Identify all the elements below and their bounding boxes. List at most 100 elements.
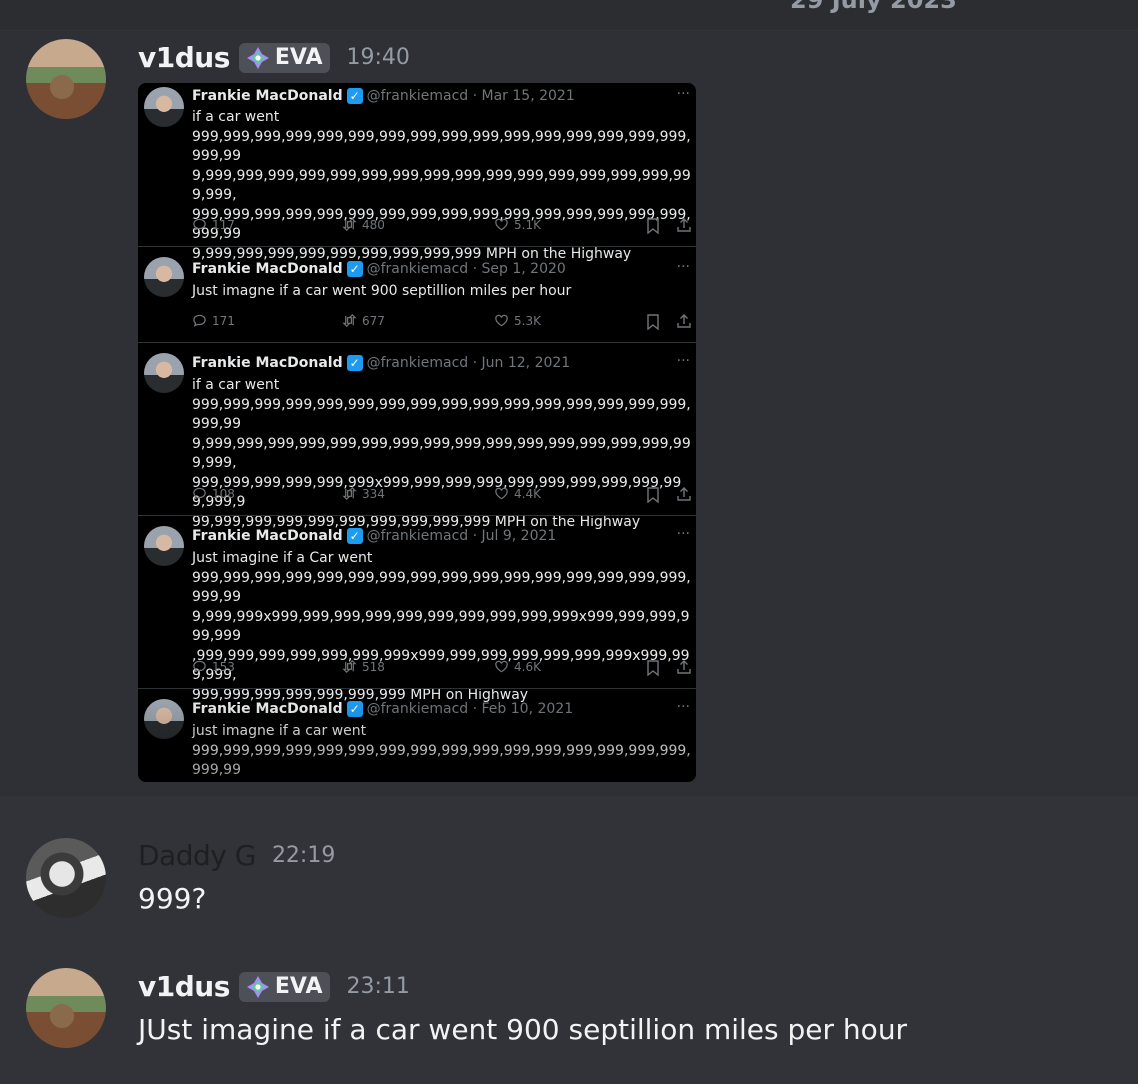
more-icon: ··· (676, 526, 690, 542)
message-text: JUst imagine if a car went 900 septillio… (138, 1013, 908, 1046)
tweet-header: Frankie MacDonald ✓ @frankiemacd · Feb 1… (192, 701, 573, 717)
reply-stat: 171 (192, 313, 235, 328)
timestamp[interactable]: 19:40 (346, 45, 409, 70)
diamond-badge-icon (246, 46, 269, 69)
like-count: 4.4K (514, 486, 541, 501)
clan-tag-label: EVA (274, 974, 323, 999)
diamond-badge-icon (246, 975, 269, 998)
tweet-author: Frankie MacDonald (192, 701, 343, 717)
reply-icon (193, 314, 206, 327)
message-header: v1dus EVA 23:11 (138, 970, 410, 1003)
timestamp[interactable]: 22:19 (272, 843, 335, 868)
like-count: 5.1K (514, 217, 541, 232)
heart-icon (495, 314, 508, 327)
tweet-meta: @frankiemacd · Jul 9, 2021 (366, 528, 557, 544)
heart-icon (495, 660, 508, 673)
tweet-author: Frankie MacDonald (192, 355, 343, 371)
tweet-header: Frankie MacDonald ✓ @frankiemacd · Mar 1… (192, 88, 575, 104)
heart-icon (495, 487, 508, 500)
share-icon (677, 218, 691, 232)
retweet-count: 677 (362, 313, 385, 328)
retweet-stat: 480 (342, 217, 385, 232)
verified-icon: ✓ (346, 528, 363, 544)
share-icon (677, 314, 691, 328)
reply-icon (193, 660, 206, 673)
reply-count: 153 (212, 659, 235, 674)
like-stat: 4.4K (494, 486, 541, 501)
username[interactable]: v1dus (138, 970, 230, 1003)
like-stat: 5.3K (494, 313, 541, 328)
like-count: 4.6K (514, 659, 541, 674)
like-stat: 5.1K (494, 217, 541, 232)
tweet: Frankie MacDonald ✓ @frankiemacd · Sep 1… (138, 247, 696, 342)
tweet-actions: 153 518 4.6K (192, 659, 692, 677)
avatar[interactable] (26, 968, 106, 1048)
tweet-avatar (144, 353, 184, 393)
reply-stat: 153 (192, 659, 235, 674)
date-divider-label: 29 July 2023 (790, 0, 957, 14)
bookmark-icon (647, 660, 659, 676)
retweet-icon (342, 487, 357, 500)
message: v1dus EVA 23:11 JUst imagine if a car we… (0, 936, 1138, 1084)
heart-icon (495, 218, 508, 231)
message: v1dus EVA 19:40 Frankie MacDonald ✓ @fra… (0, 31, 1138, 796)
tweet-actions: 117 480 5.1K (192, 217, 692, 235)
more-icon: ··· (676, 86, 690, 102)
tweet-author: Frankie MacDonald (192, 88, 343, 104)
verified-icon: ✓ (346, 701, 363, 717)
retweet-stat: 334 (342, 486, 385, 501)
tweet: Frankie MacDonald ✓ @frankiemacd · Mar 1… (138, 83, 696, 262)
share-icon (677, 487, 691, 501)
timestamp[interactable]: 23:11 (346, 974, 409, 999)
tweet-meta: @frankiemacd · Mar 15, 2021 (366, 88, 575, 104)
tweet-avatar (144, 257, 184, 297)
bookmark-icon (647, 218, 659, 234)
tweet-text: if a car went 999,999,999,999,999,999,99… (192, 377, 691, 530)
image-attachment[interactable]: Frankie MacDonald ✓ @frankiemacd · Mar 1… (138, 83, 696, 782)
avatar[interactable] (26, 39, 106, 119)
tweet: Frankie MacDonald ✓ @frankiemacd · Jul 9… (138, 516, 696, 703)
message-text: 999? (138, 882, 207, 915)
retweet-stat: 518 (342, 659, 385, 674)
tweet-text: just imagne if a car went 999,999,999,99… (192, 723, 691, 782)
retweet-stat: 677 (342, 313, 385, 328)
tweet-author: Frankie MacDonald (192, 261, 343, 277)
tweet-actions: 108 334 4.4K (192, 486, 692, 504)
more-icon: ··· (676, 699, 690, 715)
tweet: Frankie MacDonald ✓ @frankiemacd · Jun 1… (138, 343, 696, 530)
reply-stat: 117 (192, 217, 235, 232)
reply-icon (193, 487, 206, 500)
tweet-header: Frankie MacDonald ✓ @frankiemacd · Sep 1… (192, 261, 566, 277)
clan-tag[interactable]: EVA (238, 971, 331, 1002)
like-stat: 4.6K (494, 659, 541, 674)
reply-icon (193, 218, 206, 231)
bookmark-icon (647, 487, 659, 503)
reply-count: 171 (212, 313, 235, 328)
retweet-count: 334 (362, 486, 385, 501)
tweet-text: Just imagine if a Car went 999,999,999,9… (192, 550, 691, 703)
username[interactable]: Daddy G (138, 839, 256, 872)
message-header: Daddy G 22:19 (138, 839, 335, 872)
tweet-avatar (144, 526, 184, 566)
tweet-avatar (144, 87, 184, 127)
username[interactable]: v1dus (138, 41, 230, 74)
tweet: Frankie MacDonald ✓ @frankiemacd · Feb 1… (138, 689, 696, 782)
verified-icon: ✓ (346, 261, 363, 277)
tweet-meta: @frankiemacd · Sep 1, 2020 (366, 261, 566, 277)
retweet-icon (342, 218, 357, 231)
tweet-author: Frankie MacDonald (192, 528, 343, 544)
clan-tag[interactable]: EVA (238, 42, 331, 73)
clan-tag-label: EVA (274, 45, 323, 70)
share-icon (677, 660, 691, 674)
retweet-count: 480 (362, 217, 385, 232)
tweet-text: Just imagne if a car went 900 septillion… (192, 283, 572, 299)
avatar[interactable] (26, 838, 106, 918)
verified-icon: ✓ (346, 88, 363, 104)
tweet-header: Frankie MacDonald ✓ @frankiemacd · Jul 9… (192, 528, 556, 544)
retweet-count: 518 (362, 659, 385, 674)
verified-icon: ✓ (346, 355, 363, 371)
reply-count: 108 (212, 486, 235, 501)
tweet-avatar (144, 699, 184, 739)
date-divider: 29 July 2023 (0, 0, 1138, 30)
more-icon: ··· (676, 353, 690, 369)
